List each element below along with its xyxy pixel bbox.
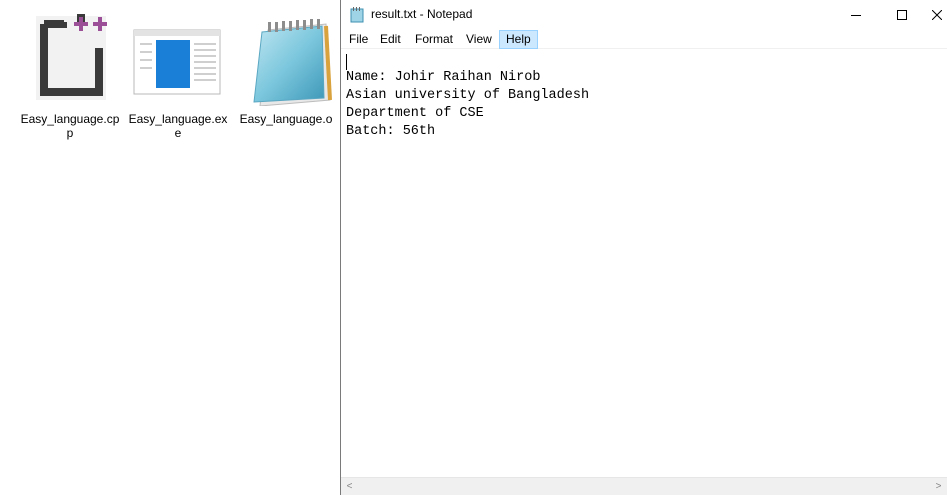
maximize-icon <box>897 9 907 20</box>
file-name: Easy_language.exe <box>128 112 228 140</box>
notepad-window: result.txt - Notepad File Edit Format Vi… <box>340 0 947 495</box>
horizontal-scrollbar[interactable]: < > <box>341 477 947 495</box>
scroll-right-arrow-icon[interactable]: > <box>930 478 947 495</box>
text-editor[interactable]: Name: Johir Raihan Nirob Asian universit… <box>341 50 947 477</box>
notepad-file-icon <box>238 14 334 107</box>
file-item-exe[interactable]: Easy_language.exe <box>126 14 230 140</box>
file-item-cpp[interactable]: Easy_language.cpp <box>18 14 122 140</box>
file-item-o[interactable]: Easy_language.o <box>234 14 338 126</box>
editor-content[interactable]: Name: Johir Raihan Nirob Asian universit… <box>346 69 589 141</box>
close-button[interactable] <box>925 0 947 29</box>
minimize-button[interactable] <box>833 0 879 29</box>
file-explorer-area: Easy_language.cpp Easy_language.exe Easy… <box>0 0 340 495</box>
title-bar[interactable]: result.txt - Notepad <box>341 0 947 29</box>
menu-help[interactable]: Help <box>499 30 538 49</box>
menu-file[interactable]: File <box>343 30 374 49</box>
exe-file-icon <box>130 14 226 106</box>
window-title: result.txt - Notepad <box>371 7 473 21</box>
scroll-left-arrow-icon[interactable]: < <box>341 478 358 495</box>
file-name: Easy_language.o <box>239 112 333 126</box>
menu-view[interactable]: View <box>460 30 498 49</box>
close-icon <box>931 9 942 20</box>
menu-bar: File Edit Format View Help <box>341 29 947 49</box>
maximize-button[interactable] <box>879 0 925 29</box>
text-caret <box>346 54 347 70</box>
menu-edit[interactable]: Edit <box>374 30 407 49</box>
cpp-file-icon <box>22 14 118 106</box>
menu-format[interactable]: Format <box>409 30 459 49</box>
notepad-icon <box>350 7 364 23</box>
file-name: Easy_language.cpp <box>20 112 120 140</box>
minimize-icon <box>851 14 861 16</box>
